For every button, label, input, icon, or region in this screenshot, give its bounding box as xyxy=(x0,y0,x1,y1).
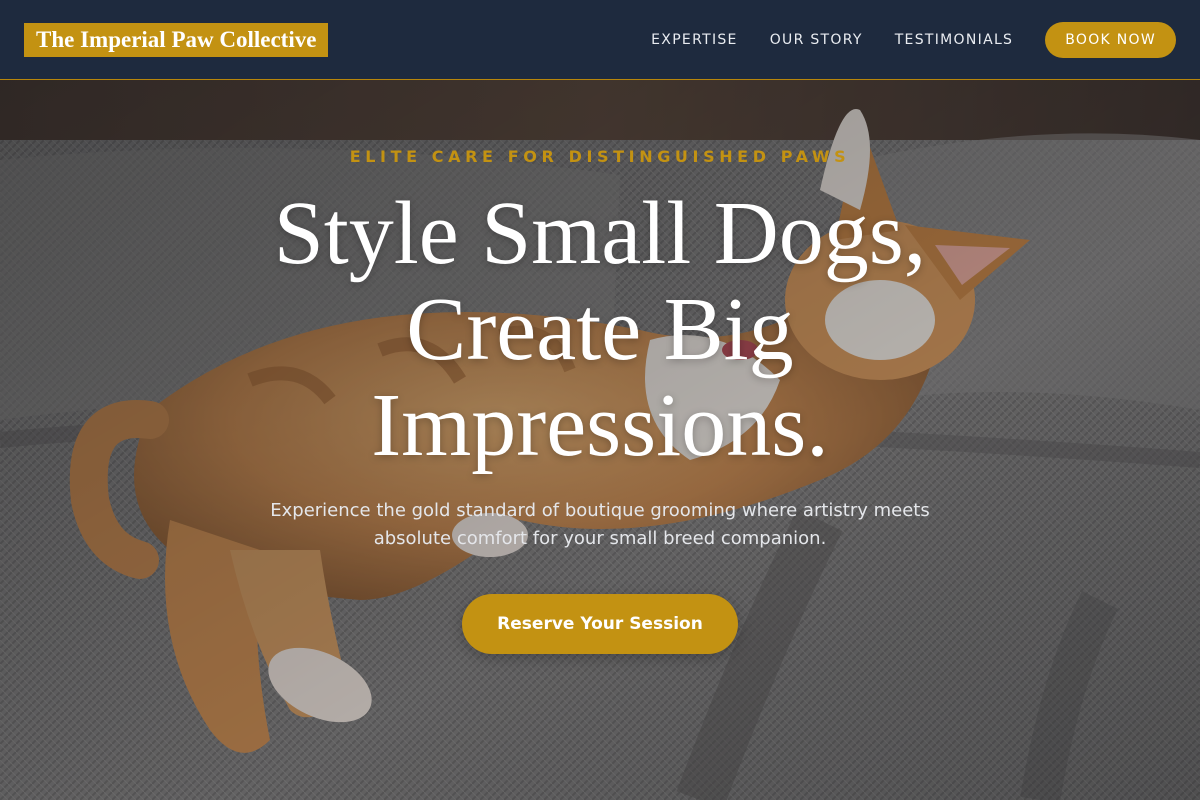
main-nav: EXPERTISE OUR STORY TESTIMONIALS BOOK NO… xyxy=(651,22,1176,58)
nav-link-expertise[interactable]: EXPERTISE xyxy=(651,32,738,48)
hero-subtext: Experience the gold standard of boutique… xyxy=(270,500,930,549)
brand-logo[interactable]: The Imperial Paw Collective xyxy=(24,23,329,57)
hero-headline: Style Small Dogs, Create Big Impressions… xyxy=(273,184,927,475)
page: The Imperial Paw Collective EXPERTISE OU… xyxy=(0,0,1200,800)
nav-link-testimonials[interactable]: TESTIMONIALS xyxy=(895,32,1014,48)
reserve-session-button[interactable]: Reserve Your Session xyxy=(462,594,738,654)
site-header: The Imperial Paw Collective EXPERTISE OU… xyxy=(0,0,1200,80)
nav-link-our-story[interactable]: OUR STORY xyxy=(770,32,863,48)
book-now-button[interactable]: BOOK NOW xyxy=(1045,22,1176,58)
hero-content: ELITE CARE FOR DISTINGUISHED PAWS Style … xyxy=(0,80,1200,800)
hero-eyebrow: ELITE CARE FOR DISTINGUISHED PAWS xyxy=(349,147,851,166)
hero-section: ELITE CARE FOR DISTINGUISHED PAWS Style … xyxy=(0,80,1200,800)
